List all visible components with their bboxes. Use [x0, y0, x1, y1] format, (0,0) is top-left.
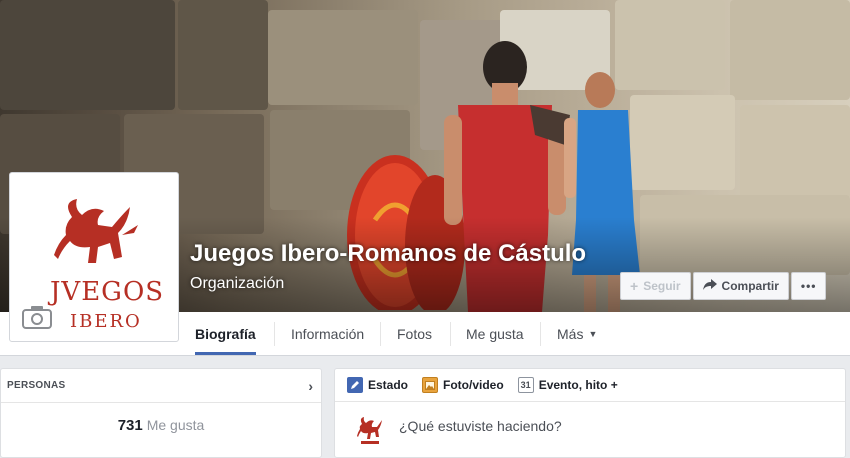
composer-body[interactable]: ¿Qué estuviste haciendo? [355, 415, 562, 447]
tab-label: Información [291, 326, 365, 342]
calendar-icon: 31 [517, 377, 534, 393]
composer-tab-label: Foto/video [443, 378, 504, 392]
logo-text-line2: IBERO [70, 311, 142, 332]
tab-label: Me gusta [466, 326, 524, 342]
composer-tab-evento[interactable]: 31 Evento, hito + [517, 377, 618, 393]
composer-tabs: Estado Foto/video 31 Evento, hito + [335, 369, 845, 402]
profile-picture[interactable]: JVEGOS IBERO [9, 172, 179, 342]
tab-informacion[interactable]: Información [291, 312, 364, 356]
tab-fotos[interactable]: Fotos [397, 312, 432, 356]
tab-divider [540, 322, 541, 346]
griffin-logo-icon [54, 199, 138, 263]
tab-label: Fotos [397, 326, 433, 342]
profile-logo: JVEGOS IBERO [14, 177, 174, 337]
cover-stone [268, 10, 418, 105]
people-card-header[interactable]: PERSONAS › [1, 369, 321, 403]
people-card: PERSONAS › 731 Me gusta [0, 368, 322, 458]
likes-count: 731 [117, 417, 143, 434]
post-composer: Estado Foto/video 31 Evento, hito + ¿Qué… [334, 368, 846, 458]
share-label: Compartir [721, 279, 779, 293]
likes-label: Me gusta [146, 417, 205, 433]
pencil-icon [347, 377, 363, 393]
calendar-day: 31 [520, 380, 531, 390]
cover-stone [730, 0, 850, 100]
cover-stone [178, 0, 268, 110]
composer-tab-foto-video[interactable]: Foto/video [422, 377, 504, 393]
page-title[interactable]: Juegos Ibero-Romanos de Cástulo [190, 240, 586, 268]
tab-mas[interactable]: Más ▼ [557, 312, 597, 356]
tab-label: Más [557, 326, 584, 342]
logo-text-line1: JVEGOS [50, 277, 165, 307]
page-actions: + Seguir Compartir ••• [620, 272, 827, 300]
more-dots-icon: ••• [800, 279, 817, 293]
tab-label: Biografía [195, 326, 256, 342]
more-options-button[interactable]: ••• [790, 272, 827, 300]
tab-divider [380, 322, 381, 346]
page-category[interactable]: Organización [190, 275, 284, 293]
page-avatar-icon [355, 415, 385, 447]
cover-stone [0, 0, 175, 110]
composer-tab-estado[interactable]: Estado [347, 377, 408, 393]
cover-stone [740, 105, 850, 200]
photo-icon [422, 377, 439, 393]
tab-me-gusta[interactable]: Me gusta [466, 312, 524, 356]
tab-divider [274, 322, 275, 346]
chevron-right-icon[interactable]: › [308, 378, 313, 394]
tab-biografia[interactable]: Biografía [195, 312, 256, 356]
composer-tab-label: Evento, hito + [538, 378, 618, 392]
follow-button[interactable]: + Seguir [620, 272, 691, 300]
people-card-title: PERSONAS [7, 380, 66, 391]
plus-icon: + [630, 278, 639, 294]
share-arrow-icon [702, 278, 717, 294]
caret-down-icon: ▼ [588, 329, 598, 339]
camera-icon[interactable] [22, 305, 52, 329]
likes-summary[interactable]: 731 Me gusta [1, 417, 321, 434]
share-button[interactable]: Compartir [692, 272, 789, 300]
follow-label: Seguir [643, 279, 681, 293]
tab-divider [450, 322, 451, 346]
composer-placeholder: ¿Qué estuviste haciendo? [399, 418, 562, 434]
composer-tab-label: Estado [368, 378, 409, 392]
